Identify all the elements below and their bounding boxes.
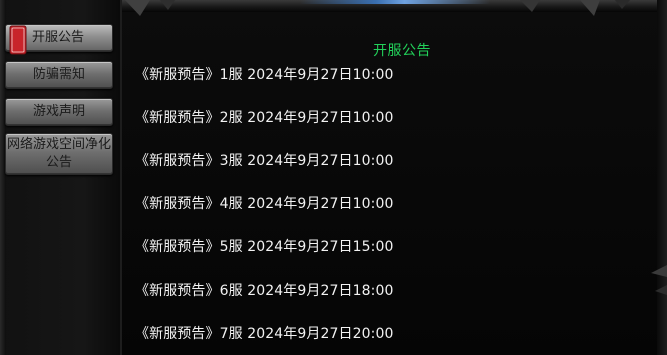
notice-item: 《新服预告》3服 2024年9月27日10:00: [135, 153, 394, 169]
tab-label: 游戏声明: [32, 104, 85, 119]
page-title: 开服公告: [373, 43, 431, 59]
announcement-panel: 开服公告 防骗需知 游戏声明 网络游戏空间净化公告 开服公告 《新服预告》1服 …: [0, 0, 667, 355]
notice-item: 《新服预告》6服 2024年9月27日18:00: [135, 283, 394, 299]
tab-label: 防骗需知: [32, 67, 85, 82]
sidebar-edge: [0, 0, 6, 355]
notice-item: 《新服预告》4服 2024年9月27日10:00: [135, 196, 394, 212]
tab-label: 网络游戏空间净化公告: [6, 137, 111, 170]
notice-item: 《新服预告》5服 2024年9月27日15:00: [135, 239, 394, 255]
announcement-badge-icon: [9, 25, 27, 55]
notice-item: 《新服预告》7服 2024年9月27日20:00: [135, 326, 394, 342]
notice-item: 《新服预告》2服 2024年9月27日10:00: [135, 110, 394, 126]
tab-anti-fraud[interactable]: 防骗需知: [5, 61, 113, 89]
notice-item: 《新服预告》1服 2024年9月27日10:00: [135, 67, 394, 83]
tab-server-opening[interactable]: 开服公告: [5, 24, 113, 55]
sidebar: 开服公告 防骗需知 游戏声明 网络游戏空间净化公告: [0, 0, 122, 355]
tab-game-statement[interactable]: 游戏声明: [5, 98, 113, 126]
tab-cyberspace-cleanup[interactable]: 网络游戏空间净化公告: [5, 133, 113, 175]
right-spike-ornament: [651, 265, 667, 295]
top-glow: [300, 0, 490, 4]
